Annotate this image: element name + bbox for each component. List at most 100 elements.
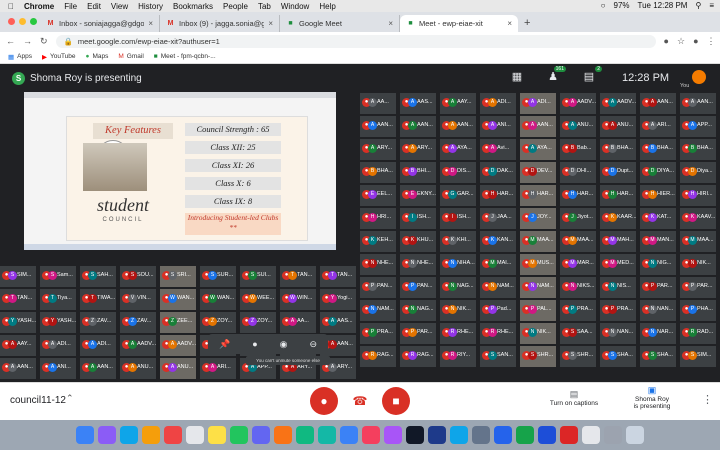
participant-tile[interactable]: ● S SHA...: [600, 346, 636, 367]
participant-tile[interactable]: ●AAAN...: [680, 93, 716, 114]
participant-tile[interactable]: ● R RAD...: [680, 323, 716, 344]
tab-inbox-1[interactable]: M Inbox - soniajagga@gdgoenk... ×: [40, 15, 160, 32]
menu-app-chrome[interactable]: Chrome: [24, 2, 54, 11]
menu-edit[interactable]: Edit: [87, 2, 101, 11]
participant-tile[interactable]: ● T TIWA...: [80, 289, 116, 310]
participant-tile[interactable]: ● K KHU...: [400, 231, 436, 252]
participant-tile[interactable]: ●AAAN...: [400, 116, 436, 137]
wifi-icon[interactable]: ○: [601, 1, 606, 10]
participant-tile[interactable]: ● D Diya...: [680, 162, 716, 183]
participant-tile[interactable]: ● Y YASH...: [0, 312, 36, 333]
participant-tile[interactable]: ● A ARI...: [200, 358, 236, 379]
participant-tile[interactable]: ●AAAN...: [80, 358, 116, 379]
participant-tile[interactable]: ● M MAR...: [560, 254, 596, 275]
participant-tile[interactable]: ● S SOU...: [120, 266, 156, 287]
participant-tile[interactable]: ● A AAS...: [320, 312, 356, 333]
excel-icon[interactable]: [516, 426, 534, 444]
participant-tile[interactable]: ● D Dupt...: [600, 162, 636, 183]
menu-window[interactable]: Window: [281, 2, 309, 11]
participant-tile[interactable]: ● M MAI...: [480, 254, 516, 275]
participant-tile[interactable]: ● P PAR...: [640, 277, 676, 298]
participant-tile[interactable]: ● W WEE...: [240, 289, 276, 310]
participant-tile[interactable]: ● S SAN...: [480, 346, 516, 367]
music-icon[interactable]: [362, 426, 380, 444]
participant-tile[interactable]: ● S SUR...: [200, 266, 236, 287]
participant-tile[interactable]: ● W WIN...: [280, 289, 316, 310]
participant-tile[interactable]: ● K KHI...: [440, 231, 476, 252]
participant-tile[interactable]: ● W WAN...: [160, 289, 196, 310]
participant-tile[interactable]: ● B BHA...: [600, 139, 636, 160]
powerpoint-icon[interactable]: [560, 426, 578, 444]
launchpad-icon[interactable]: [98, 426, 116, 444]
participant-tile[interactable]: ● Z ZEE...: [160, 312, 196, 333]
participant-tile[interactable]: ● S SIM...: [680, 346, 716, 367]
bookmark-youtube[interactable]: ▶ YouTube: [42, 53, 76, 61]
participant-tile[interactable]: ● A ADI...: [520, 93, 556, 114]
participant-tile[interactable]: ● A AYA...: [440, 139, 476, 160]
participant-tile[interactable]: ● N NHE...: [360, 254, 396, 275]
participant-tile[interactable]: ● N NAG...: [440, 277, 476, 298]
participant-tile[interactable]: ● A AAY...: [440, 93, 476, 114]
camera-status-icon[interactable]: ●: [664, 36, 669, 46]
participant-tile[interactable]: ● S SHR...: [560, 346, 596, 367]
participant-tile[interactable]: ● H HRI...: [360, 208, 396, 229]
bookmark-gmail[interactable]: M Gmail: [118, 53, 143, 60]
participant-tile[interactable]: ● J Jiyot...: [560, 208, 596, 229]
participant-tile[interactable]: ● A ANU...: [600, 116, 636, 137]
participant-tile[interactable]: ● A ANI...: [480, 116, 516, 137]
settings-icon[interactable]: [450, 426, 468, 444]
chrome-icon[interactable]: [230, 426, 248, 444]
participant-tile[interactable]: ● M MAN...: [640, 231, 676, 252]
participant-tile[interactable]: ● N NHE...: [400, 254, 436, 275]
participant-tile[interactable]: ● A AA...: [280, 312, 316, 333]
participant-tile[interactable]: ● I ISH...: [440, 208, 476, 229]
participant-tile[interactable]: ● A ANI...: [40, 358, 76, 379]
participant-tile[interactable]: ● J JOY...: [520, 208, 556, 229]
mic-off-button[interactable]: ●: [310, 387, 338, 415]
participant-tile[interactable]: ● Z ZAV...: [120, 312, 156, 333]
profile-avatar[interactable]: ●: [693, 36, 698, 46]
apple-icon[interactable]: : [8, 2, 14, 11]
participant-tile[interactable]: ● A ADI...: [480, 93, 516, 114]
chrome-menu-icon[interactable]: ⋮: [707, 36, 716, 47]
participant-tile[interactable]: ● N NIK...: [520, 323, 556, 344]
clock-text[interactable]: Tue 12:28 PM: [638, 1, 688, 10]
participant-tile[interactable]: ● Y Yogi...: [320, 289, 356, 310]
bookmark-meet[interactable]: ■ Meet - fpm-qcbn-...: [154, 53, 216, 60]
participant-tile[interactable]: ● D DAK...: [480, 162, 516, 183]
menu-people[interactable]: People: [223, 2, 248, 11]
participant-tile[interactable]: ● R RHE...: [440, 323, 476, 344]
participant-tile[interactable]: ● N NIHA...: [440, 254, 476, 275]
minimize-window-button[interactable]: [19, 18, 26, 25]
menu-history[interactable]: History: [138, 2, 163, 11]
participant-tile[interactable]: ● A AAS...: [400, 93, 436, 114]
participant-tile[interactable]: ● A AA...: [360, 93, 396, 114]
participant-tile[interactable]: ● S SAA...: [560, 323, 596, 344]
participant-tile[interactable]: ● K KAT...: [640, 208, 676, 229]
participant-tile[interactable]: ● N NIK...: [680, 254, 716, 275]
participant-tile[interactable]: ● P PAR...: [400, 323, 436, 344]
participant-tile[interactable]: ● T TAN...: [280, 266, 316, 287]
captions-button[interactable]: ▤ Turn on captions: [544, 389, 604, 407]
participant-tile[interactable]: ● P PAR...: [680, 277, 716, 298]
notes-icon[interactable]: [142, 426, 160, 444]
participant-tile[interactable]: ● P Pad...: [480, 300, 516, 321]
mute-participant-icon[interactable]: ●: [252, 339, 257, 349]
self-avatar[interactable]: [692, 70, 706, 84]
word-icon[interactable]: [538, 426, 556, 444]
podcasts-icon[interactable]: [384, 426, 402, 444]
menu-tab[interactable]: Tab: [258, 2, 271, 11]
participant-tile[interactable]: ● E EEL...: [360, 185, 396, 206]
participant-tile[interactable]: ● P PAN...: [360, 277, 396, 298]
participant-tile[interactable]: ● A ANU...: [160, 358, 196, 379]
participant-tile[interactable]: ● M MED...: [600, 254, 636, 275]
photos-icon[interactable]: [252, 426, 270, 444]
participant-tile[interactable]: ● N NIS...: [600, 277, 636, 298]
participant-tile[interactable]: ● N NAN...: [640, 300, 676, 321]
participant-tile[interactable]: ● R RIY...: [440, 346, 476, 367]
people-icon[interactable]: ♟ 161: [546, 66, 566, 84]
menu-help[interactable]: Help: [319, 2, 335, 11]
stickies-icon[interactable]: [208, 426, 226, 444]
participant-tile[interactable]: ●AAAN...: [520, 116, 556, 137]
participant-tile[interactable]: ● H HIER...: [640, 185, 676, 206]
